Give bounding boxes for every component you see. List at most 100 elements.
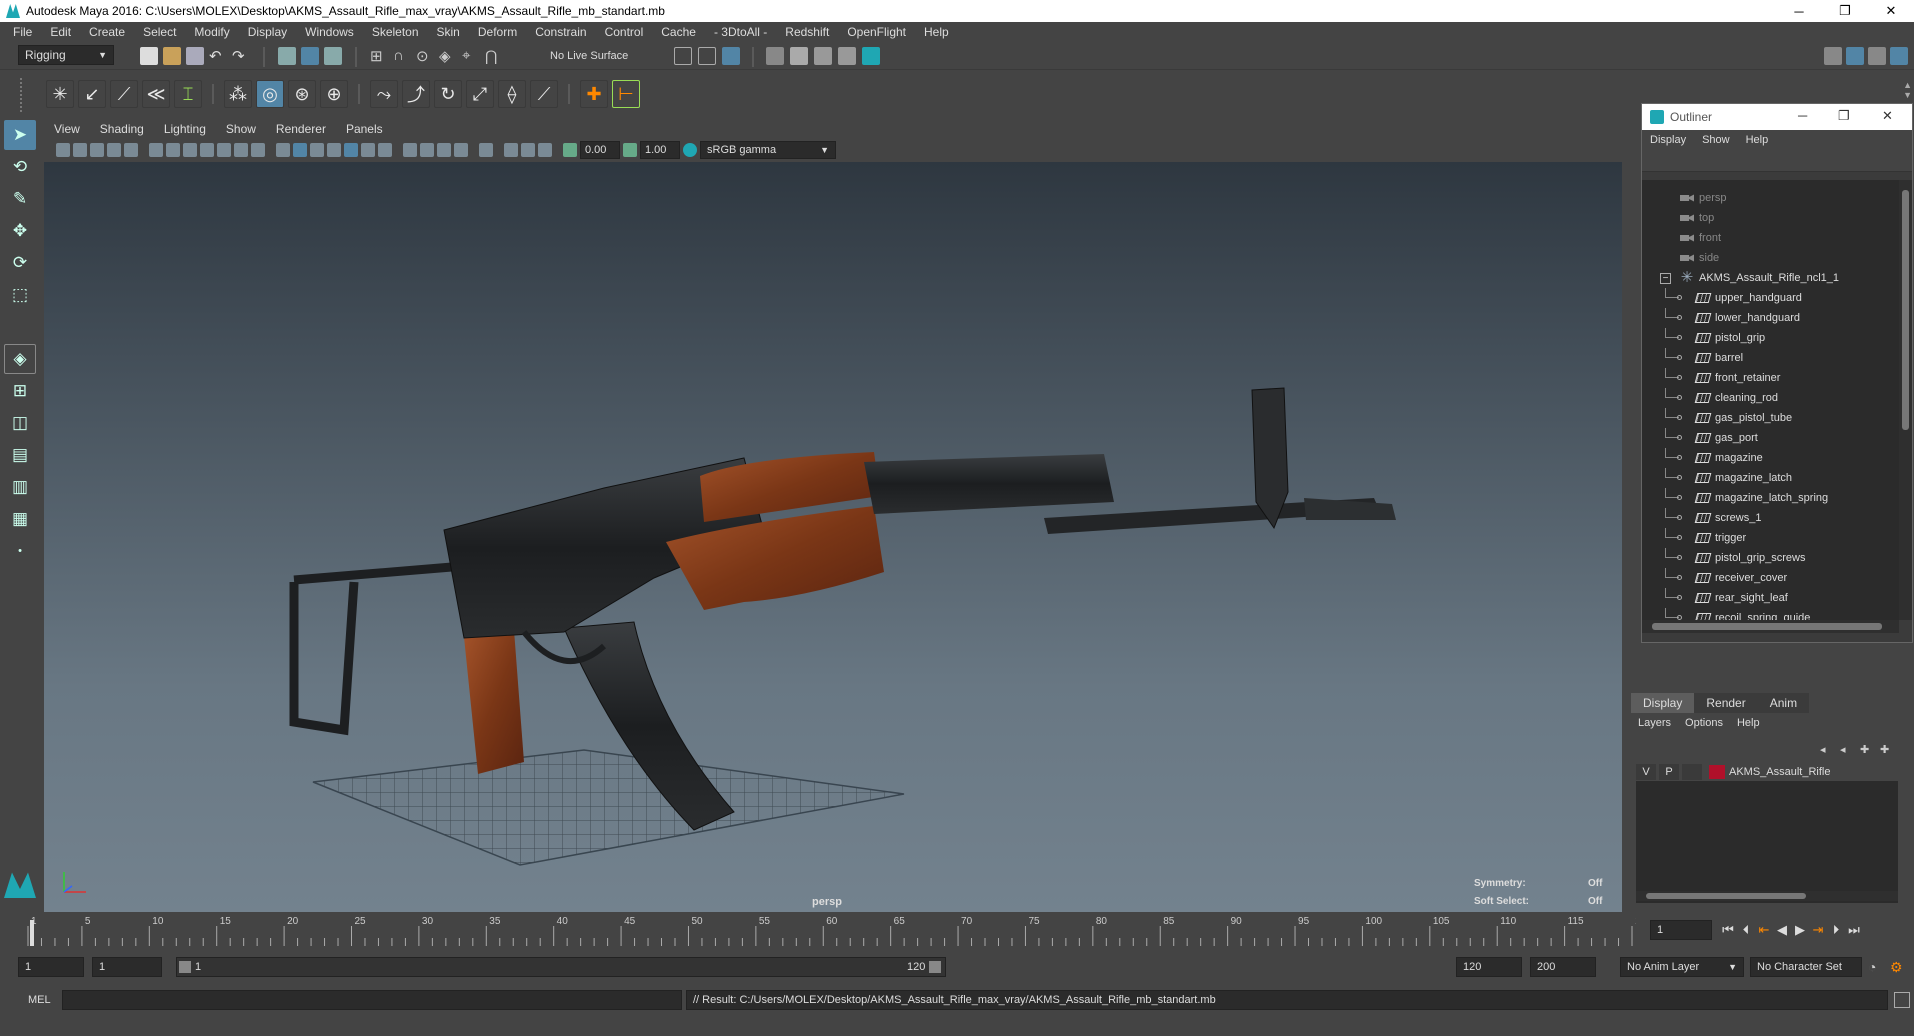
attribute-editor-icon[interactable] [1846,47,1864,65]
aim-constraint-icon[interactable]: ⤴ [402,80,430,108]
safe-action-icon[interactable] [234,143,248,157]
input-ops-icon[interactable] [674,47,692,65]
snap-view-plane-icon[interactable]: ◈ [439,47,457,65]
menu-3dtoall[interactable]: - 3DtoAll - [705,25,776,39]
grease-pencil-icon[interactable] [107,143,121,157]
view-transform-dropdown[interactable]: sRGB gamma ▼ [700,141,836,159]
gate-mask-icon[interactable] [200,143,214,157]
menu-skin[interactable]: Skin [428,25,469,39]
outliner-item[interactable]: rear_sight_leaf [1642,588,1899,608]
undo-icon[interactable]: ↶ [209,47,227,65]
outliner-item[interactable]: − ✳ AKMS_Assault_Rifle_ncl1_1 [1642,268,1899,288]
lasso-tool-icon[interactable]: ⟲ [4,152,36,182]
outliner-item[interactable]: cleaning_rod [1642,388,1899,408]
layer-horizontal-scrollbar[interactable] [1636,891,1898,901]
menu-display[interactable]: Display [239,25,296,39]
panel-menu-shading[interactable]: Shading [90,122,154,136]
joint-tool-icon[interactable]: ✳ [46,80,74,108]
panel-menu-view[interactable]: View [44,122,90,136]
outliner-item[interactable]: magazine_latch_spring [1642,488,1899,508]
motion-blur-icon[interactable] [420,143,434,157]
character-set-dropdown[interactable]: No Character Set [1750,957,1862,977]
go-to-end-icon[interactable]: ⏭ [1846,922,1862,938]
layer-menu-options[interactable]: Options [1678,717,1730,729]
color-management-icon[interactable] [683,143,697,157]
lattice-icon[interactable]: ◎ [256,80,284,108]
outliner-horizontal-scrollbar[interactable] [1642,620,1899,633]
xray-icon[interactable] [504,143,518,157]
step-forward-key-icon[interactable]: ⇥ [1810,922,1826,938]
select-by-object-icon[interactable] [301,47,319,65]
wireframe-on-shaded-icon[interactable] [327,143,341,157]
insert-joint-icon[interactable]: ≪ [142,80,170,108]
snap-live-icon[interactable]: ⌖ [462,47,480,65]
channel-box-icon[interactable] [1890,47,1908,65]
screen-space-ao-icon[interactable] [403,143,417,157]
parent-constraint-icon[interactable]: ⟠ [498,80,526,108]
outliner-vertical-scrollbar[interactable] [1899,180,1912,620]
outliner-menu-show[interactable]: Show [1694,134,1738,146]
exposure-field[interactable]: 0.00 [580,141,620,159]
modeling-toolkit-icon[interactable] [1824,47,1842,65]
menu-edit[interactable]: Edit [41,25,80,39]
snap-curve-icon[interactable]: ∩ [393,47,411,65]
last-tool-icon[interactable]: ◈ [4,344,36,374]
menu-control[interactable]: Control [596,25,653,39]
two-pane-layout-icon[interactable]: ◫ [4,408,36,438]
outliner-item[interactable]: receiver_cover [1642,568,1899,588]
outliner-menu-display[interactable]: Display [1642,134,1694,146]
preferences-icon[interactable]: ⚙ [1890,959,1903,976]
custom-layout-icon[interactable]: • [4,536,36,566]
outliner-item[interactable]: recoil_spring_guide [1642,608,1899,620]
pole-vector-icon[interactable]: ⟋ [530,80,558,108]
xray-joints-icon[interactable] [538,143,552,157]
locator-joint-icon[interactable]: ⊢ [612,80,640,108]
redo-icon[interactable]: ↷ [232,47,250,65]
step-back-frame-icon[interactable]: ⏴ [1738,922,1754,938]
layer-visibility-toggle[interactable]: V [1636,764,1656,780]
live-surface-label[interactable]: No Live Surface [550,46,628,66]
graph-persp-layout-icon[interactable]: ▥ [4,472,36,502]
collapse-toggle-icon[interactable]: − [1660,272,1671,284]
render-settings-icon[interactable] [838,47,856,65]
go-to-start-icon[interactable]: ⏮ [1720,922,1736,938]
wireframe-icon[interactable] [276,143,290,157]
panel-menu-panels[interactable]: Panels [336,122,393,136]
render-view-icon[interactable] [766,47,784,65]
camera-attributes-icon[interactable] [56,143,70,157]
anti-aliasing-icon[interactable] [437,143,451,157]
command-input[interactable] [62,990,682,1010]
outliner-item[interactable]: pistol_grip [1642,328,1899,348]
panel-menu-lighting[interactable]: Lighting [154,122,216,136]
resolution-gate-icon[interactable] [183,143,197,157]
gamma-icon[interactable] [623,143,637,157]
output-ops-icon[interactable] [698,47,716,65]
tool-settings-icon[interactable] [1868,47,1886,65]
layer-menu-layers[interactable]: Layers [1631,717,1678,729]
panel-menu-show[interactable]: Show [216,122,266,136]
outliner-item[interactable]: screws_1 [1642,508,1899,528]
layer-row[interactable]: V P AKMS_Assault_Rifle [1636,763,1898,781]
outliner-item[interactable]: gas_port [1642,428,1899,448]
outliner-item[interactable]: top [1642,208,1899,228]
layer-menu-help[interactable]: Help [1730,717,1767,729]
move-tool-icon[interactable]: ✥ [4,216,36,246]
auto-key-icon[interactable]: ◔ [1868,959,1876,975]
isolate-select-icon[interactable] [479,143,493,157]
playback-start-field[interactable]: 1 [92,957,162,977]
snap-grid-icon[interactable]: ⊞ [370,47,388,65]
orient-constraint-icon[interactable]: ↻ [434,80,462,108]
menu-redshift[interactable]: Redshift [776,25,838,39]
ik-spline-icon[interactable]: ⟋ [110,80,138,108]
outliner-search-field[interactable] [1642,150,1912,172]
menu-constrain[interactable]: Constrain [526,25,595,39]
play-forwards-icon[interactable]: ▶ [1792,922,1808,938]
paint-select-tool-icon[interactable]: ✎ [4,184,36,214]
ipr-render-icon[interactable] [814,47,832,65]
tab-anim[interactable]: Anim [1757,693,1810,713]
grid-icon[interactable] [149,143,163,157]
snap-point-icon[interactable]: ⊙ [416,47,434,65]
outliner-item[interactable]: magazine_latch [1642,468,1899,488]
outliner-item[interactable]: persp [1642,188,1899,208]
script-language-toggle[interactable]: MEL [28,994,51,1006]
